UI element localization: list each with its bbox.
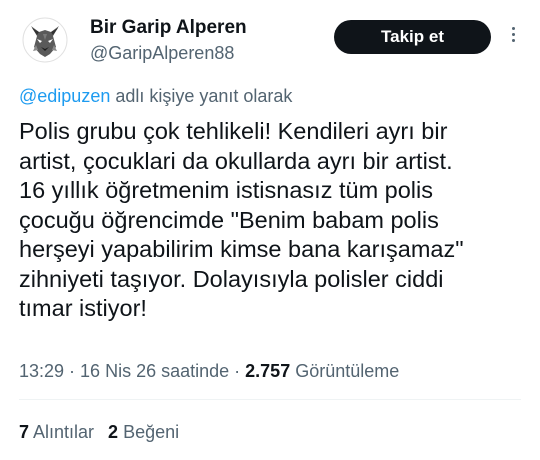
reply-context-text: adlı kişiye yanıt olarak	[110, 86, 293, 106]
author-name[interactable]: Bir Garip Alperen	[90, 17, 247, 39]
reply-context: @edipuzen adlı kişiye yanıt olarak	[19, 86, 292, 107]
tweet-time[interactable]: 13:29	[19, 361, 64, 381]
author-handle[interactable]: @GaripAlperen88	[90, 43, 234, 64]
meta-separator: ·	[229, 361, 246, 381]
reply-mention-link[interactable]: @edipuzen	[19, 86, 110, 106]
tweet-text: Polis grubu çok tehlikeli! Kendileri ayr…	[19, 118, 464, 321]
views-count: 2.757	[245, 361, 291, 381]
wolf-avatar-icon[interactable]	[22, 17, 68, 63]
follow-button[interactable]: Takip et	[334, 20, 491, 54]
likes-label: Beğeni	[118, 422, 180, 442]
tweet-date[interactable]: 16 Nis 26 saatinde	[80, 361, 229, 381]
more-vertical-icon[interactable]	[505, 24, 521, 50]
divider	[19, 399, 521, 400]
meta-separator: ·	[64, 361, 81, 381]
views-label: Görüntüleme	[290, 361, 400, 381]
quotes-count: 7	[19, 422, 30, 442]
tweet-meta: 13:29 · 16 Nis 26 saatinde · 2.757 Görün…	[19, 361, 399, 382]
tweet-header: Bir Garip Alperen @GaripAlperen88 Takip …	[0, 0, 540, 80]
quotes-stat[interactable]: 7 Alıntılar	[19, 422, 94, 442]
quotes-label: Alıntılar	[29, 422, 95, 442]
tweet-stats: 7 Alıntılar 2 Beğeni	[19, 422, 193, 443]
likes-stat[interactable]: 2 Beğeni	[108, 422, 179, 442]
likes-count: 2	[108, 422, 119, 442]
